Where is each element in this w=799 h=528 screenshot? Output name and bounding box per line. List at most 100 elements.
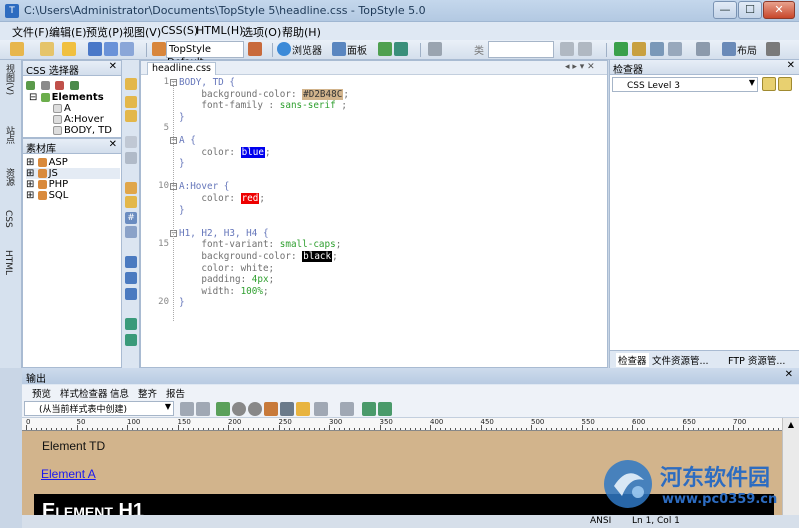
menu-html[interactable]: HTML(H) (196, 24, 243, 37)
print-icon[interactable] (280, 402, 294, 416)
new-file-icon[interactable] (10, 42, 24, 56)
tag-icon[interactable] (125, 196, 137, 208)
snippet-icon[interactable] (125, 96, 137, 108)
marker-icon[interactable] (125, 152, 137, 164)
scroll-up-icon[interactable]: ▲ (785, 420, 797, 432)
open-site-icon[interactable] (62, 42, 76, 56)
tree-item-a[interactable]: A (53, 103, 71, 114)
preview-source-combo[interactable]: (从当前样式表中创建) ▼ (24, 401, 174, 416)
style-combo[interactable]: TopStyle Default (166, 41, 244, 68)
back-icon[interactable] (232, 402, 246, 416)
italic-icon[interactable] (578, 42, 592, 56)
asset-item-sql[interactable]: ⊞ SQL (26, 190, 68, 201)
layout-icon[interactable] (722, 42, 736, 56)
tree-item-body-td[interactable]: BODY, TD (53, 125, 112, 136)
menu-view[interactable]: 视图(V) (123, 24, 161, 40)
inspector-tool-icon[interactable] (762, 77, 776, 91)
indent-icon[interactable] (668, 42, 682, 56)
save-icon[interactable] (88, 42, 102, 56)
swap-icon[interactable] (125, 182, 137, 194)
refresh-icon[interactable] (180, 402, 194, 416)
edit-selector-icon[interactable] (40, 80, 50, 90)
grid-icon[interactable] (378, 42, 392, 56)
hash-icon[interactable]: # (125, 212, 137, 224)
assets-close-icon[interactable]: ✕ (109, 139, 117, 150)
menu-options[interactable]: 选项(O) (242, 24, 281, 40)
tab-nav-icon[interactable]: ◂ ▸ ▾ ✕ (565, 62, 595, 72)
close-button[interactable]: ✕ (763, 1, 795, 19)
split-horizontal-icon[interactable] (125, 272, 137, 284)
stop-icon[interactable] (248, 402, 262, 416)
tab-preview[interactable]: 预览 (32, 386, 51, 400)
fit-icon[interactable] (125, 334, 137, 346)
browser-button[interactable]: 浏览器 (292, 42, 322, 57)
tab-site[interactable]: 站点 (3, 126, 16, 144)
delete-selector-icon[interactable] (55, 80, 64, 90)
tab-tidy[interactable]: 整齐 (138, 386, 157, 400)
css-selector-close-icon[interactable]: ✕ (109, 61, 117, 72)
asset-item-asp[interactable]: ⊞ ASP (26, 157, 68, 168)
tab-view[interactable]: 视图(V) (3, 64, 16, 95)
tab-style-checker[interactable]: 样式检查器 (60, 386, 108, 400)
tab-inspector[interactable]: 检查器 (616, 353, 649, 367)
browser-icon[interactable] (277, 42, 291, 56)
tools-icon[interactable] (696, 42, 710, 56)
menu-css[interactable]: CSS(S) (161, 24, 198, 37)
tab-ftp-explorer[interactable]: FTP 资源管... (728, 353, 785, 367)
insert-icon[interactable] (125, 78, 137, 90)
pencil-icon[interactable] (125, 226, 137, 238)
bug-icon[interactable] (264, 402, 278, 416)
tab-info[interactable]: 信息 (110, 386, 129, 400)
comment-icon[interactable] (125, 110, 137, 122)
add-selector-icon[interactable] (26, 80, 35, 90)
split-vertical-icon[interactable] (125, 288, 137, 300)
tab-headline-css[interactable]: headline.css (147, 62, 217, 75)
inspector-close-icon[interactable]: ✕ (787, 60, 795, 71)
panel-icon[interactable] (332, 42, 346, 56)
css-level-combo[interactable]: CSS Level 3 ▼ (612, 77, 758, 92)
edit-preview-icon[interactable] (196, 402, 210, 416)
layout-toggle-icon[interactable] (296, 402, 310, 416)
screenshot-icon[interactable] (362, 402, 376, 416)
open-folder-icon[interactable] (40, 42, 54, 56)
tab-css[interactable]: CSS (3, 210, 13, 228)
tab-html[interactable]: HTML (3, 250, 13, 275)
bookmark-icon[interactable] (125, 136, 137, 148)
go-icon[interactable] (216, 402, 230, 416)
preview-element-a[interactable]: Element A (41, 467, 96, 481)
wrench-icon[interactable] (766, 42, 780, 56)
menu-help[interactable]: 帮助(H) (282, 24, 321, 40)
asset-item-php[interactable]: ⊞ PHP (26, 179, 68, 190)
menu-file[interactable]: 文件(F) (12, 24, 49, 40)
resolution-icon[interactable] (340, 402, 354, 416)
window-icon[interactable] (125, 256, 137, 268)
inspector-filter-icon[interactable] (778, 77, 792, 91)
minimize-button[interactable]: — (713, 1, 737, 19)
check-icon[interactable] (614, 42, 628, 56)
bold-icon[interactable] (560, 42, 574, 56)
output-close-icon[interactable]: ✕ (785, 369, 793, 380)
menu-preview[interactable]: 预览(P) (86, 24, 123, 40)
tab-file-explorer[interactable]: 文件资源管... (652, 353, 709, 367)
tab-resources[interactable]: 资源 (3, 168, 16, 186)
save-all-icon[interactable] (104, 42, 118, 56)
maximize-button[interactable]: ☐ (738, 1, 762, 19)
style-settings-icon[interactable] (248, 42, 262, 56)
menu-edit[interactable]: 编辑(E) (49, 24, 87, 40)
view-mode-icon[interactable] (314, 402, 328, 416)
layout-view-icon[interactable] (394, 42, 408, 56)
panel-button[interactable]: 面板 (347, 42, 367, 57)
code-area[interactable]: BODY, TD { background-color: #D2B48C; fo… (141, 75, 607, 367)
pointer-icon[interactable] (428, 42, 442, 56)
copy-icon[interactable] (120, 42, 134, 56)
export-icon[interactable] (378, 402, 392, 416)
validate-icon[interactable] (632, 42, 646, 56)
class-combo[interactable] (488, 41, 554, 58)
zoom-icon[interactable] (125, 318, 137, 330)
tree-item-a-hover[interactable]: A:Hover (53, 114, 104, 125)
asset-item-js[interactable]: ⊞ JS (26, 168, 120, 179)
tree-item-elements[interactable]: ⊟ Elements (29, 92, 104, 103)
layout-button[interactable]: 布局 (737, 42, 757, 57)
tab-report[interactable]: 报告 (166, 386, 185, 400)
format-icon[interactable] (650, 42, 664, 56)
